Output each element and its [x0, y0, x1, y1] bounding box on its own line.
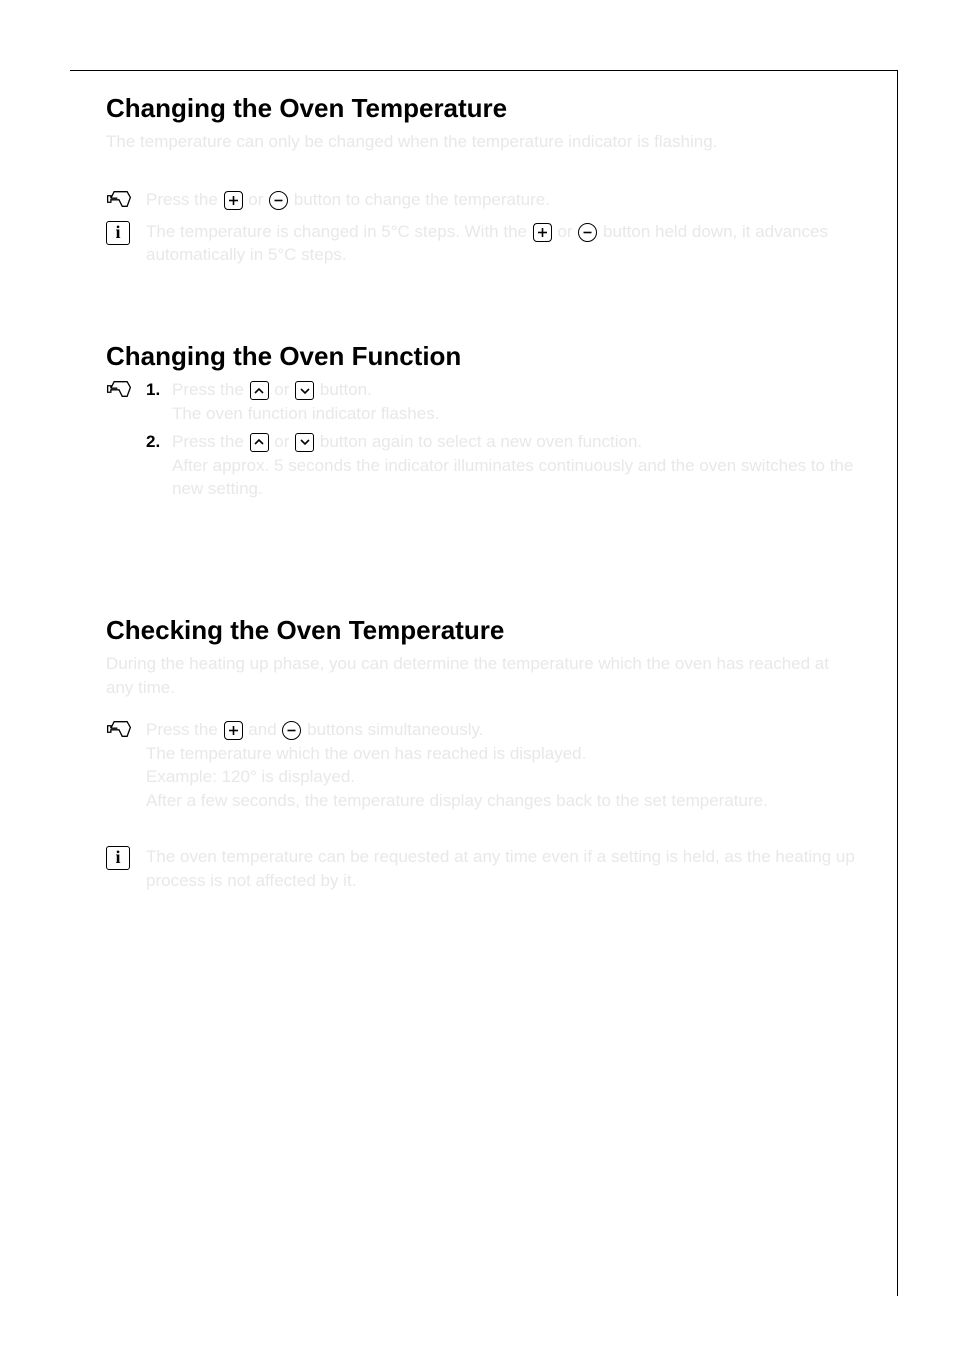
info-icon: i: [106, 846, 130, 870]
temp-hand-mid: or: [248, 190, 268, 209]
check-hand-mid: and: [248, 720, 281, 739]
step2-cont: After approx. 5 seconds the indicator il…: [172, 454, 861, 502]
check-cont2: After a few seconds, the temperature dis…: [146, 789, 861, 813]
down-arrow-icon: [295, 381, 314, 400]
hand-pointer-icon: [106, 194, 132, 213]
temp-info-pre: The temperature is changed in 5°C steps.…: [146, 222, 532, 241]
minus-icon: [269, 191, 288, 210]
up-arrow-icon: [250, 433, 269, 452]
step1-pre: Press the: [172, 380, 249, 399]
heading-changing-func: Changing the Oven Function: [106, 341, 861, 372]
step1-post: button.: [320, 380, 372, 399]
check-info: The oven temperature can be requested at…: [146, 845, 861, 893]
step-number-1: 1.: [146, 378, 172, 402]
up-arrow-icon: [250, 381, 269, 400]
plus-icon: [533, 223, 552, 242]
plus-icon: [224, 721, 243, 740]
heading-checking-temp: Checking the Oven Temperature: [106, 615, 861, 646]
step2-post: button again to select a new oven functi…: [320, 432, 642, 451]
minus-icon: [578, 223, 597, 242]
step-number-2: 2.: [146, 430, 172, 454]
temp-info-mid: or: [557, 222, 577, 241]
temp-hand-pre: Press the: [146, 190, 223, 209]
step2-pre: Press the: [172, 432, 249, 451]
intro-checking-temp: During the heating up phase, you can det…: [106, 652, 861, 700]
down-arrow-icon: [295, 433, 314, 452]
heading-changing-temp: Changing the Oven Temperature: [106, 93, 861, 124]
hand-row-check: Press the and buttons simultaneously. Th…: [106, 718, 861, 813]
step1-mid: or: [274, 380, 294, 399]
info-icon: i: [106, 221, 130, 245]
step2-row: 2. Press the or button again to select a…: [106, 430, 861, 501]
step2-mid: or: [274, 432, 294, 451]
info-row-check: i The oven temperature can be requested …: [106, 845, 861, 893]
check-cont1: The temperature which the oven has reach…: [146, 742, 861, 766]
temp-hand-post: button to change the temperature.: [294, 190, 550, 209]
plus-icon: [224, 191, 243, 210]
step1-cont: The oven function indicator flashes.: [172, 402, 861, 426]
hand-row-temp: Press the or button to change the temper…: [106, 188, 861, 216]
check-hand-post: buttons simultaneously.: [307, 720, 483, 739]
check-hand-pre: Press the: [146, 720, 223, 739]
intro-changing-temp: The temperature can only be changed when…: [106, 130, 861, 154]
info-row-temp: i The temperature is changed in 5°C step…: [106, 220, 861, 268]
hand-pointer-icon: [106, 384, 132, 403]
hand-pointer-icon: [106, 724, 132, 743]
step1-row: 1. Press the or button. The oven functio…: [106, 378, 861, 426]
minus-icon: [282, 721, 301, 740]
check-demo: Example: 120° is displayed.: [146, 765, 861, 789]
